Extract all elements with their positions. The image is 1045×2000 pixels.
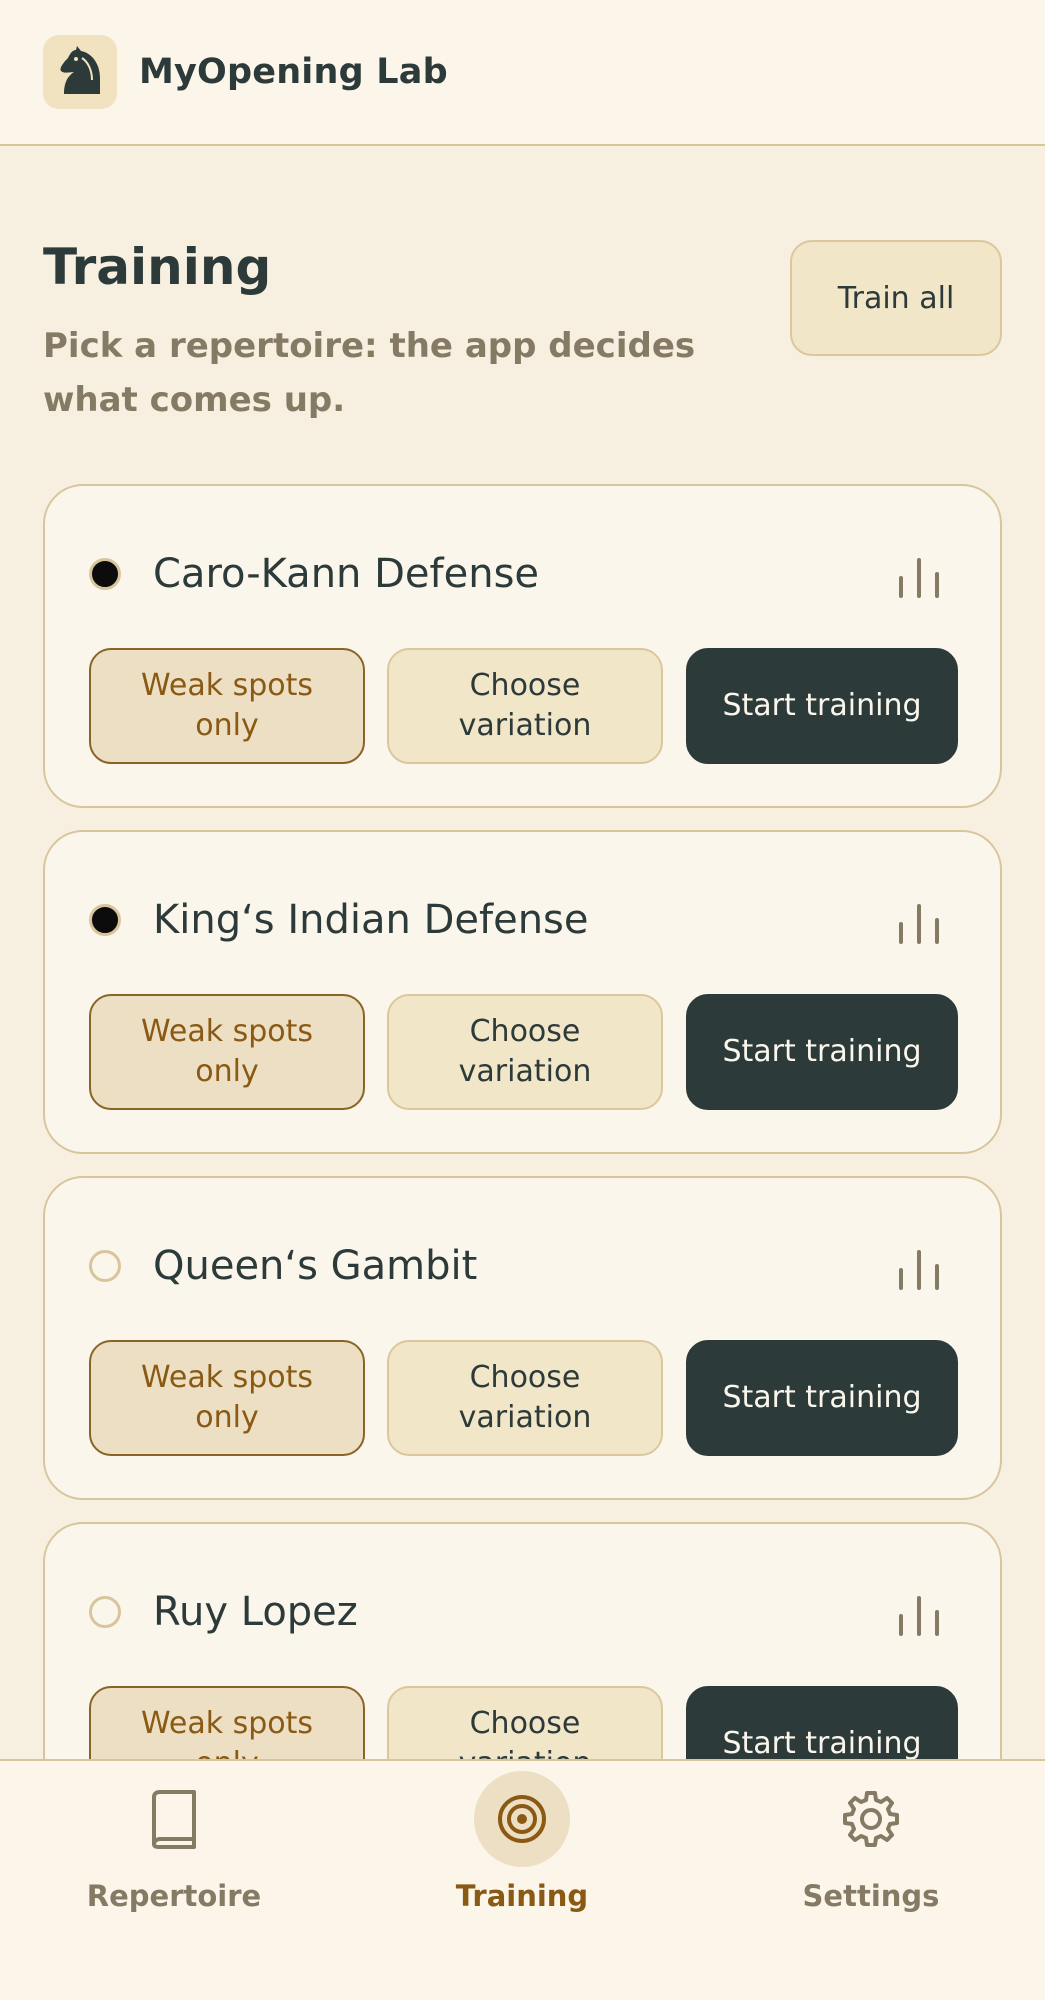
app-header: MyOpening Lab [0,0,1045,146]
choose-variation-button[interactable]: Choose variation [387,648,663,764]
nav-label: Settings [802,1879,940,1913]
page-title: Training [43,238,272,296]
page-subtitle: Pick a repertoire: the app decides what … [43,326,696,420]
gear-icon [823,1771,919,1867]
choose-variation-button[interactable]: Choose variation [387,1340,663,1456]
nav-label: Training [455,1879,589,1913]
target-icon [474,1771,570,1867]
weak-spots-button[interactable]: Weak spots only [89,648,365,764]
app-title: MyOpening Lab [139,52,448,92]
selection-indicator[interactable] [89,1250,121,1282]
train-all-button[interactable]: Train all [790,240,1002,356]
repertoire-list: Caro-Kann Defense Weak spots only Choose… [43,484,1002,1868]
repertoire-card: King‘s Indian Defense Weak spots only Ch… [43,830,1002,1154]
repertoire-name: King‘s Indian Defense [153,897,589,943]
bottom-nav: Repertoire Training Settings [0,1759,1045,2000]
repertoire-name: Queen‘s Gambit [153,1243,478,1289]
stats-icon[interactable] [895,1246,943,1292]
choose-variation-button[interactable]: Choose variation [387,994,663,1110]
selection-indicator[interactable] [89,1596,121,1628]
repertoire-card: Caro-Kann Defense Weak spots only Choose… [43,484,1002,808]
repertoire-name: Ruy Lopez [153,1589,358,1635]
start-training-button[interactable]: Start training [686,994,958,1110]
nav-item-training[interactable]: Training [348,1761,696,1961]
repertoire-card: Queen‘s Gambit Weak spots only Choose va… [43,1176,1002,1500]
stats-icon[interactable] [895,554,943,600]
stats-icon[interactable] [895,1592,943,1638]
book-icon [126,1771,222,1867]
selection-indicator[interactable] [89,904,121,936]
start-training-button[interactable]: Start training [686,1340,958,1456]
weak-spots-button[interactable]: Weak spots only [89,994,365,1110]
page-header: Training Pick a repertoire: the app deci… [43,240,783,427]
nav-item-repertoire[interactable]: Repertoire [0,1761,348,1961]
repertoire-name: Caro-Kann Defense [153,551,540,597]
stats-icon[interactable] [895,900,943,946]
start-training-button[interactable]: Start training [686,648,958,764]
selection-indicator[interactable] [89,558,121,590]
nav-label: Repertoire [86,1879,262,1913]
knight-icon [43,35,117,109]
nav-item-settings[interactable]: Settings [697,1761,1045,1961]
weak-spots-button[interactable]: Weak spots only [89,1340,365,1456]
